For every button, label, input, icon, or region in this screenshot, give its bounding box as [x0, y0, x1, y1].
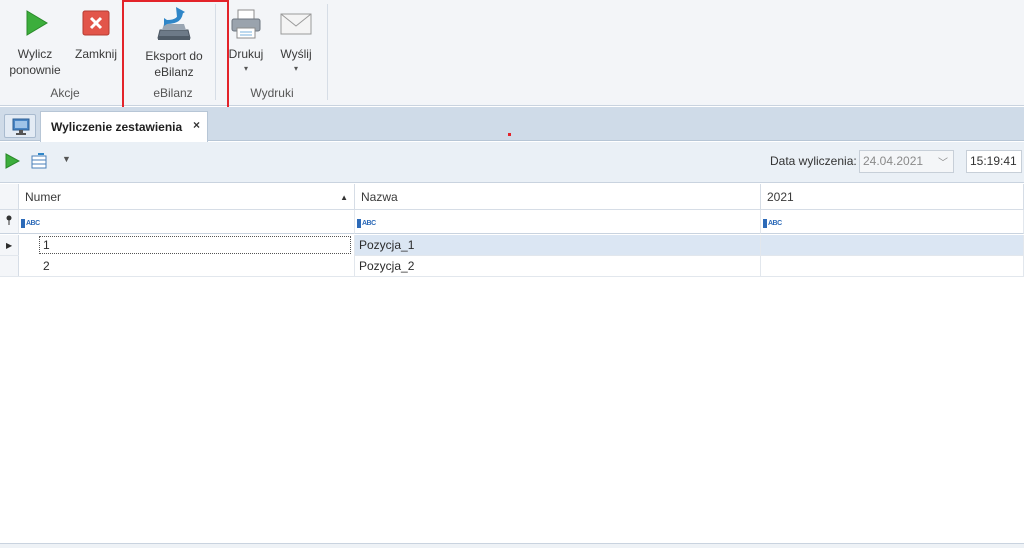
- cell-2021[interactable]: [761, 235, 1024, 256]
- row-indicator: ▶: [0, 235, 19, 255]
- table-row[interactable]: ▶ 1 Pozycja_1: [0, 235, 1024, 256]
- play-icon: [26, 10, 48, 36]
- ribbon: Wylicz ponownie Zamknij Akcje Eksport do…: [0, 0, 1024, 106]
- close-icon: [82, 10, 110, 36]
- data-grid: Numer ▲ Nazwa 2021 ABC ABC ABC ▶ 1 Pozyc…: [0, 184, 1024, 548]
- column-header-label: 2021: [767, 190, 794, 204]
- run-icon[interactable]: [4, 153, 20, 169]
- date-label: Data wyliczenia:: [770, 154, 857, 168]
- tab-wyliczenie-zestawienia[interactable]: Wyliczenie zestawienia ×: [40, 111, 208, 142]
- send-label: Wyślij: [280, 47, 312, 61]
- chevron-down-icon[interactable]: ▼: [62, 154, 71, 164]
- send-button[interactable]: Wyślij ▾: [274, 8, 318, 73]
- export-drive-icon: [157, 7, 191, 40]
- tab-desktop[interactable]: [4, 114, 36, 138]
- sort-ascending-icon: ▲: [340, 193, 348, 202]
- recalculate-button[interactable]: Wylicz ponownie: [4, 8, 66, 78]
- cell-text: 1: [39, 236, 351, 254]
- cell-text: 2: [43, 259, 50, 273]
- filter-cell-2021[interactable]: ABC: [761, 210, 1024, 234]
- column-header-label: Nazwa: [361, 190, 398, 204]
- column-header-nazwa[interactable]: Nazwa: [355, 184, 761, 210]
- print-label: Drukuj: [228, 47, 264, 61]
- table-row[interactable]: 2 Pozycja_2: [0, 256, 1024, 277]
- close-button[interactable]: Zamknij: [70, 8, 122, 62]
- header-indicator: [0, 184, 19, 210]
- print-button[interactable]: Drukuj ▾: [224, 8, 268, 73]
- group-separator: [215, 4, 216, 100]
- time-value: 15:19:41: [970, 154, 1017, 168]
- envelope-icon: [280, 13, 312, 35]
- chevron-down-icon: ▾: [243, 64, 248, 73]
- cell-text: Pozycja_2: [359, 259, 415, 273]
- monitor-icon: [12, 118, 30, 135]
- row-indicator: [0, 256, 19, 276]
- group-label-actions: Akcje: [50, 86, 80, 100]
- tab-strip: Wyliczenie zestawienia ×: [0, 107, 1024, 142]
- red-marker-dot: [508, 133, 511, 136]
- recalculate-label: Wylicz ponownie: [9, 47, 61, 77]
- printer-icon: [231, 9, 261, 39]
- group-separator: [327, 4, 328, 100]
- time-input[interactable]: 15:19:41: [966, 150, 1022, 173]
- text-filter-icon: ABC: [763, 219, 782, 228]
- text-filter-icon: ABC: [357, 219, 376, 228]
- filter-pin-icon: [6, 215, 12, 225]
- filter-cell-nazwa[interactable]: ABC: [355, 210, 761, 234]
- group-label-prints: Wydruki: [250, 86, 294, 100]
- filter-row-indicator: [0, 210, 19, 234]
- export-ebilanz-label: Eksport do eBilanz: [145, 49, 203, 79]
- current-row-icon: ▶: [6, 241, 13, 250]
- export-ebilanz-button[interactable]: Eksport do eBilanz: [134, 6, 214, 80]
- filter-cell-numer[interactable]: ABC: [19, 210, 355, 234]
- refresh-layout-icon[interactable]: [30, 152, 52, 170]
- cell-text: Pozycja_1: [359, 238, 415, 252]
- cell-nazwa[interactable]: Pozycja_2: [355, 256, 761, 277]
- cell-nazwa[interactable]: Pozycja_1: [355, 235, 761, 256]
- close-label: Zamknij: [74, 47, 117, 61]
- date-input[interactable]: 24.04.2021 ﹀: [859, 150, 954, 173]
- cell-numer[interactable]: 1: [19, 235, 355, 256]
- column-header-2021[interactable]: 2021: [761, 184, 1024, 210]
- column-header-label: Numer: [25, 190, 62, 204]
- cell-2021[interactable]: [761, 256, 1024, 277]
- cell-numer[interactable]: 2: [19, 256, 355, 277]
- tab-label: Wyliczenie zestawienia: [51, 120, 183, 134]
- chevron-down-icon[interactable]: ﹀: [938, 154, 948, 169]
- chevron-down-icon: ▾: [293, 64, 298, 73]
- text-filter-icon: ABC: [21, 219, 40, 228]
- close-tab-icon[interactable]: ×: [193, 118, 200, 132]
- column-header-numer[interactable]: Numer ▲: [19, 184, 355, 210]
- date-value: 24.04.2021: [863, 154, 924, 168]
- status-bar: [0, 543, 1024, 548]
- group-label-ebilanz: eBilanz: [153, 86, 193, 100]
